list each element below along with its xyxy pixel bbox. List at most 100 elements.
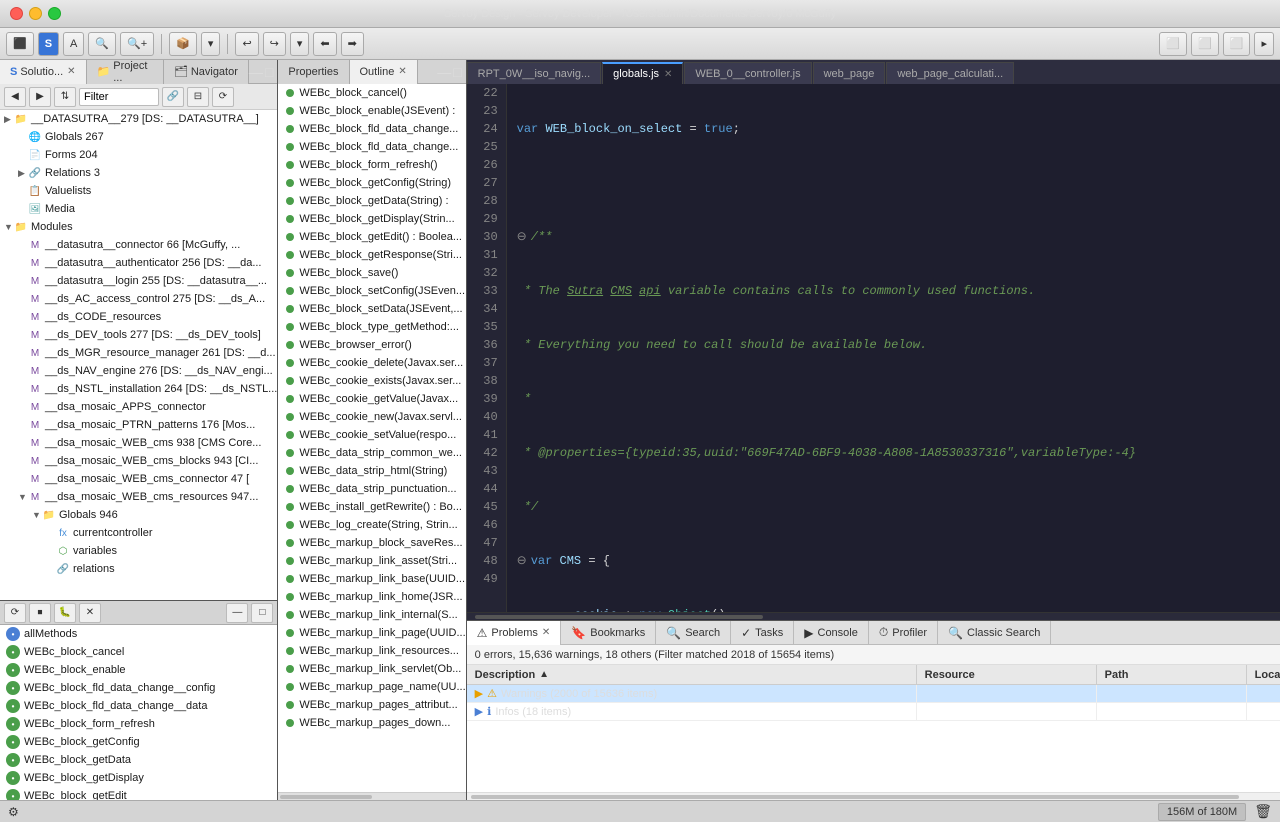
middle-minimize-icon[interactable]: — xyxy=(437,64,451,80)
tree-item-webcms-blocks[interactable]: M __dsa_mosaic_WEB_cms_blocks 943 [CI... xyxy=(0,452,277,470)
outline-item-20[interactable]: WEBc_data_strip_common_we... xyxy=(278,444,465,462)
tab-solution[interactable]: S Solutio... ✕ xyxy=(0,60,87,84)
outline-list[interactable]: WEBc_block_cancel() WEBc_block_enable(JS… xyxy=(278,84,465,792)
method-getdisplay[interactable]: • WEBc_block_getDisplay xyxy=(0,769,277,787)
tab-properties[interactable]: Properties xyxy=(278,60,349,84)
solution-tree[interactable]: ▶ 📁 __DATASUTRA__279 [DS: __DATASUTRA__]… xyxy=(0,110,277,600)
tab-profiler[interactable]: ⏱ Profiler xyxy=(869,621,938,645)
bl-btn-refresh[interactable]: ⟳ xyxy=(4,603,26,623)
outline-item-34[interactable]: WEBc_markup_pages_attribut... xyxy=(278,696,465,714)
tree-item-valuelists[interactable]: 📋 Valuelists xyxy=(0,182,277,200)
tab-search[interactable]: 🔍 Search xyxy=(656,621,731,645)
tree-item-resources947[interactable]: ▼ M __dsa_mosaic_WEB_cms_resources 947..… xyxy=(0,488,277,506)
outline-item-29[interactable]: WEBc_markup_link_internal(S... xyxy=(278,606,465,624)
outline-item-24[interactable]: WEBc_log_create(String, Strin... xyxy=(278,516,465,534)
outline-item-33[interactable]: WEBc_markup_page_name(UU... xyxy=(278,678,465,696)
method-cancel[interactable]: • WEBc_block_cancel xyxy=(0,643,277,661)
explorer-forward[interactable]: ▶ xyxy=(29,87,51,107)
method-getconfig[interactable]: • WEBc_block_getConfig xyxy=(0,733,277,751)
explorer-filter[interactable]: ⇅ xyxy=(54,87,76,107)
tree-item-nav[interactable]: M __ds_NAV_engine 276 [DS: __ds_NAV_engi… xyxy=(0,362,277,380)
outline-item-21[interactable]: WEBc_data_strip_html(String) xyxy=(278,462,465,480)
explorer-sync[interactable]: ⟳ xyxy=(212,87,234,107)
panel-minimize-icon[interactable]: — xyxy=(249,64,263,80)
outline-item-13[interactable]: WEBc_block_type_getMethod:... xyxy=(278,318,465,336)
outline-item-11[interactable]: WEBc_block_setConfig(JSEven... xyxy=(278,282,465,300)
outline-item-5[interactable]: WEBc_block_getConfig(String) xyxy=(278,174,465,192)
code-editor[interactable]: 22 23 24 25 26 27 28 29 30 31 32 33 xyxy=(467,84,1280,612)
toolbar-btn-a[interactable]: A xyxy=(63,32,84,56)
toolbar-btn-nav2[interactable]: ➡ xyxy=(341,32,364,56)
methods-list[interactable]: • allMethods • WEBc_block_cancel • WEBc_… xyxy=(0,625,277,800)
outline-item-8[interactable]: WEBc_block_getEdit() : Boolea... xyxy=(278,228,465,246)
outline-item-22[interactable]: WEBc_data_strip_punctuation... xyxy=(278,480,465,498)
outline-item-14[interactable]: WEBc_browser_error() xyxy=(278,336,465,354)
bl-btn-debug[interactable]: 🐛 xyxy=(54,603,76,623)
tree-item-access[interactable]: M __ds_AC_access_control 275 [DS: __ds_A… xyxy=(0,290,277,308)
outline-item-0[interactable]: WEBc_block_cancel() xyxy=(278,84,465,102)
toolbar-btn-window1[interactable]: ⬜ xyxy=(1159,32,1187,56)
tree-item-globals267[interactable]: 🌐 Globals 267 xyxy=(0,128,277,146)
tab-problems[interactable]: ⚠ Problems ✕ xyxy=(467,621,562,645)
tab-problems-close[interactable]: ✕ xyxy=(542,627,550,638)
outline-item-31[interactable]: WEBc_markup_link_resources... xyxy=(278,642,465,660)
tab-tasks[interactable]: ✓ Tasks xyxy=(731,621,794,645)
tab-navigator[interactable]: 🗂 Navigator xyxy=(164,60,249,84)
tree-item-media[interactable]: 🖼 Media xyxy=(0,200,277,218)
outline-item-4[interactable]: WEBc_block_form_refresh() xyxy=(278,156,465,174)
tree-item-globals946[interactable]: ▼ 📁 Globals 946 xyxy=(0,506,277,524)
tree-item-code-res[interactable]: M __ds_CODE_resources xyxy=(0,308,277,326)
outline-item-30[interactable]: WEBc_markup_link_page(UUID... xyxy=(278,624,465,642)
toolbar-btn-more[interactable]: ▸ xyxy=(1254,32,1274,56)
tree-item-relations3[interactable]: ▶ 🔗 Relations 3 xyxy=(0,164,277,182)
outline-item-9[interactable]: WEBc_block_getResponse(Stri... xyxy=(278,246,465,264)
memory-indicator[interactable]: 156M of 180M xyxy=(1158,803,1246,821)
outline-item-1[interactable]: WEBc_block_enable(JSEvent) : xyxy=(278,102,465,120)
outline-item-35[interactable]: WEBc_markup_pages_down... xyxy=(278,714,465,732)
minimize-button[interactable] xyxy=(29,7,42,20)
tree-item-auth[interactable]: M __datasutra__authenticator 256 [DS: __… xyxy=(0,254,277,272)
tree-item-forms204[interactable]: 📄 Forms 204 xyxy=(0,146,277,164)
close-button[interactable] xyxy=(10,7,23,20)
filter-input[interactable] xyxy=(79,88,159,106)
outline-item-23[interactable]: WEBc_install_getRewrite() : Bo... xyxy=(278,498,465,516)
bl-btn-maximize[interactable]: □ xyxy=(251,603,273,623)
outline-item-17[interactable]: WEBc_cookie_getValue(Javax... xyxy=(278,390,465,408)
tree-item-mosaic-apps[interactable]: M __dsa_mosaic_APPS_connector xyxy=(0,398,277,416)
toolbar-btn-1[interactable]: ⬛ xyxy=(6,32,34,56)
outline-item-19[interactable]: WEBc_cookie_setValue(respo... xyxy=(278,426,465,444)
tab-web-controller[interactable]: WEB_0__controller.js xyxy=(684,62,811,84)
method-getedit[interactable]: • WEBc_block_getEdit xyxy=(0,787,277,800)
outline-item-16[interactable]: WEBc_cookie_exists(Javax.ser... xyxy=(278,372,465,390)
explorer-link[interactable]: 🔗 xyxy=(162,87,184,107)
toolbar-btn-window3[interactable]: ⬜ xyxy=(1223,32,1251,56)
method-getdata[interactable]: • WEBc_block_getData xyxy=(0,751,277,769)
outline-item-3[interactable]: WEBc_block_fld_data_change... xyxy=(278,138,465,156)
outline-item-27[interactable]: WEBc_markup_link_base(UUID... xyxy=(278,570,465,588)
tree-item-variables[interactable]: ⬡ variables xyxy=(0,542,277,560)
tab-rpt[interactable]: RPT_0W__iso_navig... xyxy=(467,62,602,84)
tree-item-modules[interactable]: ▼ 📁 Modules xyxy=(0,218,277,236)
panel-maximize-icon[interactable]: □ xyxy=(265,64,273,80)
tab-web-page[interactable]: web_page xyxy=(813,62,886,84)
toolbar-btn-solution[interactable]: S xyxy=(38,32,59,56)
middle-maximize-icon[interactable]: □ xyxy=(453,64,461,80)
toolbar-btn-search[interactable]: 🔍 xyxy=(88,32,116,56)
tree-item-nstl[interactable]: M __ds_NSTL_installation 264 [DS: __ds_N… xyxy=(0,380,277,398)
outline-item-28[interactable]: WEBc_markup_link_home(JSR... xyxy=(278,588,465,606)
tree-item-connector47[interactable]: M __dsa_mosaic_WEB_cms_connector 47 [ xyxy=(0,470,277,488)
tab-web-page-calc[interactable]: web_page_calculati... xyxy=(886,62,1014,84)
method-all[interactable]: • allMethods xyxy=(0,625,277,643)
bl-btn-close[interactable]: ✕ xyxy=(79,603,101,623)
outline-item-15[interactable]: WEBc_cookie_delete(Javax.ser... xyxy=(278,354,465,372)
toolbar-btn-arrow-drop2[interactable]: ▾ xyxy=(290,32,310,56)
explorer-back[interactable]: ◀ xyxy=(4,87,26,107)
tab-globals-close[interactable]: ✕ xyxy=(664,69,672,80)
toolbar-btn-nav1[interactable]: ⬅ xyxy=(313,32,336,56)
editor-hscroll[interactable] xyxy=(467,612,1280,620)
outline-item-10[interactable]: WEBc_block_save() xyxy=(278,264,465,282)
outline-item-25[interactable]: WEBc_markup_block_saveRes... xyxy=(278,534,465,552)
tree-item-datasutra[interactable]: ▶ 📁 __DATASUTRA__279 [DS: __DATASUTRA__] xyxy=(0,110,277,128)
tree-item-webcms[interactable]: M __dsa_mosaic_WEB_cms 938 [CMS Core... xyxy=(0,434,277,452)
tab-bookmarks[interactable]: 🔖 Bookmarks xyxy=(561,621,656,645)
